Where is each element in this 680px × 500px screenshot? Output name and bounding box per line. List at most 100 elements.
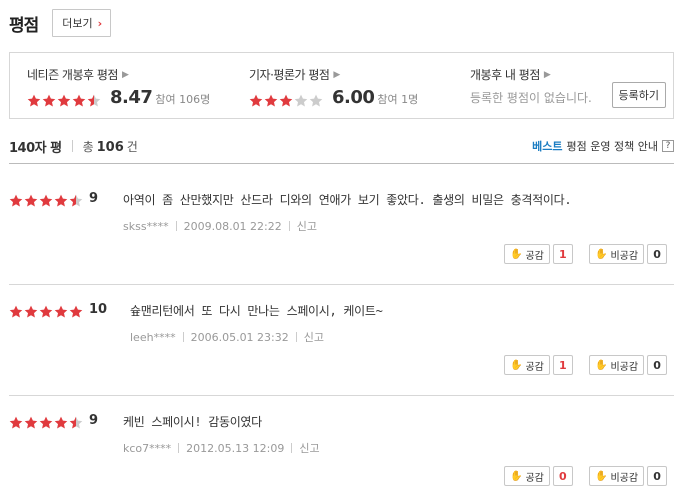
report-link[interactable]: 신고 <box>304 329 324 345</box>
star-icon <box>24 416 38 429</box>
star-rating <box>249 94 324 107</box>
netizen-rating-link[interactable]: 네티즌 개봉후 평점 ▶ <box>27 66 232 83</box>
star-icon <box>264 94 278 107</box>
disagree-button[interactable]: ✋ 비공감 <box>589 466 645 486</box>
netizen-rating: 네티즌 개봉후 평점 ▶ 8.47 참여 106명 <box>10 53 232 118</box>
agree-label: 공감 <box>525 472 544 484</box>
disagree-vote: ✋ 비공감 0 <box>589 466 668 486</box>
star-icon <box>54 305 68 318</box>
disagree-button[interactable]: ✋ 비공감 <box>589 244 645 264</box>
star-icon <box>69 416 83 429</box>
rating-header: 평점 더보기 › <box>9 8 112 38</box>
divider <box>71 140 73 152</box>
thumbs-down-icon: ✋ <box>595 248 608 260</box>
disagree-vote: ✋ 비공감 0 <box>589 244 668 264</box>
register-button[interactable]: 등록하기 <box>611 82 666 108</box>
agree-button[interactable]: ✋ 공감 <box>504 244 550 264</box>
agree-count: 1 <box>552 355 573 375</box>
help-icon[interactable]: ? <box>662 140 674 152</box>
thumbs-up-icon: ✋ <box>510 470 523 482</box>
star-icon <box>309 94 323 107</box>
agree-label: 공감 <box>525 361 544 373</box>
caret-right-icon: ▶ <box>543 69 551 80</box>
total-prefix: 총 <box>82 139 94 154</box>
disagree-count: 0 <box>647 244 668 264</box>
review-date: 2006.05.01 23:32 <box>190 330 289 344</box>
divider <box>9 395 674 396</box>
agree-label: 공감 <box>525 250 544 262</box>
netizen-count: 참여 106명 <box>155 93 211 106</box>
star-icon <box>9 305 23 318</box>
star-icon <box>279 94 293 107</box>
review-meta: skss**** 2009.08.01 22:22 신고 <box>123 218 317 234</box>
star-icon <box>39 416 53 429</box>
disagree-label: 비공감 <box>610 472 639 484</box>
review-score: 10 <box>89 302 108 317</box>
divider <box>178 443 180 453</box>
agree-count: 1 <box>552 244 573 264</box>
my-rating-link[interactable]: 개봉후 내 평점 ▶ <box>470 66 673 83</box>
star-icon <box>57 94 71 107</box>
star-icon <box>54 194 68 207</box>
critic-count: 참여 1명 <box>377 93 419 106</box>
star-rating <box>27 94 102 107</box>
my-rating: 개봉후 내 평점 ▶ 등록한 평점이 없습니다. 등록하기 <box>454 53 673 118</box>
report-link[interactable]: 신고 <box>299 440 319 456</box>
report-link[interactable]: 신고 <box>297 218 317 234</box>
critic-rating: 기자·평론가 평점 ▶ 6.00 참여 1명 <box>232 53 454 118</box>
star-rating <box>9 194 84 207</box>
disagree-label: 비공감 <box>610 361 639 373</box>
review-text: 슢맨리턴에서 또 다시 만나는 스페이시, 케이트~ <box>130 304 383 318</box>
disagree-count: 0 <box>647 466 668 486</box>
agree-vote: ✋ 공감 1 <box>504 355 573 375</box>
star-icon <box>39 305 53 318</box>
disagree-button[interactable]: ✋ 비공감 <box>589 355 645 375</box>
divider <box>291 443 293 453</box>
star-icon <box>27 94 41 107</box>
review-score: 9 <box>89 191 99 206</box>
critic-rating-label: 기자·평론가 평점 <box>249 68 330 82</box>
rating-summary: 네티즌 개봉후 평점 ▶ 8.47 참여 106명 기자·평론가 평점 ▶ 6.… <box>9 52 674 119</box>
agree-vote: ✋ 공감 1 <box>504 244 573 264</box>
review-meta: leeh**** 2006.05.01 23:32 신고 <box>130 329 324 345</box>
my-rating-label: 개봉후 내 평점 <box>470 68 540 82</box>
agree-button[interactable]: ✋ 공감 <box>504 355 550 375</box>
review-text: 아역이 좀 산만했지만 산드라 디와의 연애가 보기 좋았다. 출생의 비밀은 … <box>123 193 572 207</box>
disagree-vote: ✋ 비공감 0 <box>589 355 668 375</box>
total-suffix: 건 <box>126 139 138 154</box>
review-item: 9 케빈 스페이시! 감동이였다 kco7**** 2012.05.13 12:… <box>9 412 674 500</box>
policy-link[interactable]: 베스트 평점 운영 정책 안내 ? <box>532 138 674 154</box>
divider <box>295 332 297 342</box>
review-list-title: 140자 평 <box>9 140 62 156</box>
review-user: leeh**** <box>130 330 176 344</box>
critic-rating-link[interactable]: 기자·평론가 평점 ▶ <box>249 66 454 83</box>
divider <box>9 284 674 285</box>
star-icon <box>69 194 83 207</box>
review-user: kco7**** <box>123 441 172 455</box>
star-icon <box>72 94 86 107</box>
thumbs-up-icon: ✋ <box>510 359 523 371</box>
best-label: 베스트 <box>532 140 563 153</box>
agree-button[interactable]: ✋ 공감 <box>504 466 550 486</box>
star-rating <box>9 416 84 429</box>
section-title: 평점 <box>9 15 39 36</box>
review-total: 총 106 건 <box>83 138 138 155</box>
netizen-rating-label: 네티즌 개봉후 평점 <box>27 68 118 82</box>
caret-right-icon: ▶ <box>121 69 129 80</box>
star-icon <box>249 94 263 107</box>
star-icon <box>87 94 101 107</box>
divider <box>175 221 177 231</box>
chevron-right-icon: › <box>97 16 103 30</box>
agree-count: 0 <box>552 466 573 486</box>
divider <box>182 332 184 342</box>
review-score: 9 <box>89 413 99 428</box>
star-rating <box>9 305 84 318</box>
more-button[interactable]: 더보기 › <box>52 9 112 37</box>
critic-score: 6.00 <box>332 87 375 108</box>
policy-label: 평점 운영 정책 안내 <box>566 140 658 153</box>
review-meta: kco7**** 2012.05.13 12:09 신고 <box>123 440 320 456</box>
star-icon <box>42 94 56 107</box>
star-icon <box>24 305 38 318</box>
review-date: 2009.08.01 22:22 <box>183 219 282 233</box>
divider <box>9 163 674 164</box>
